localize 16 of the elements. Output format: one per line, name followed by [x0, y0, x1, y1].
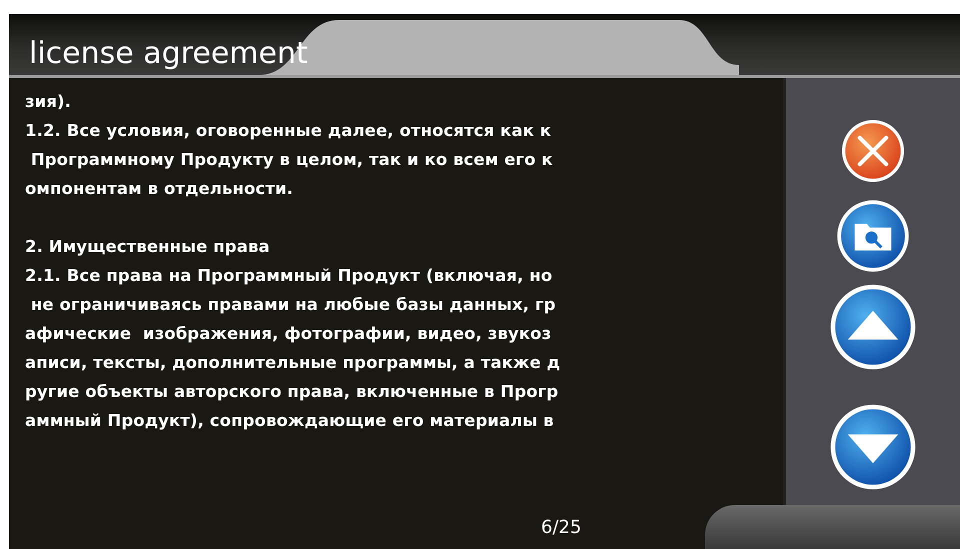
- agreement-text-line: Программному Продукту в целом, так и ко всем его к: [30, 149, 554, 171]
- agreement-text-line: аписи, тексты, дополнительные программы, а также д: [25, 352, 562, 374]
- agreement-text-line: не ограничиваясь правами на любые базы данных, гр: [30, 294, 557, 316]
- agreement-text-line: 2.1. Все права на Программный Продукт (включая, но: [25, 265, 554, 287]
- scroll-up-button[interactable]: [828, 282, 918, 372]
- page-indicator: 6/25: [541, 516, 582, 538]
- close-button[interactable]: [840, 118, 906, 184]
- agreement-text-line: ругие объекты авторского права, включенные в Прогр: [25, 381, 560, 403]
- scroll-down-button[interactable]: [828, 402, 918, 492]
- agreement-text-line: зия).: [25, 91, 72, 113]
- agreement-text-line: омпонентам в отдельности.: [25, 178, 294, 200]
- agreement-text-line: афические изображения, фотографии, видео, звукоз: [25, 323, 552, 345]
- agreement-text-line: 2. Имущественные права: [25, 236, 271, 258]
- folder-search-button[interactable]: [835, 198, 911, 274]
- agreement-text-line: аммный Продукт), сопровождающие его материалы в: [25, 410, 555, 432]
- agreement-text-line: 1.2. Все условия, оговоренные далее, относятся как к: [25, 120, 552, 142]
